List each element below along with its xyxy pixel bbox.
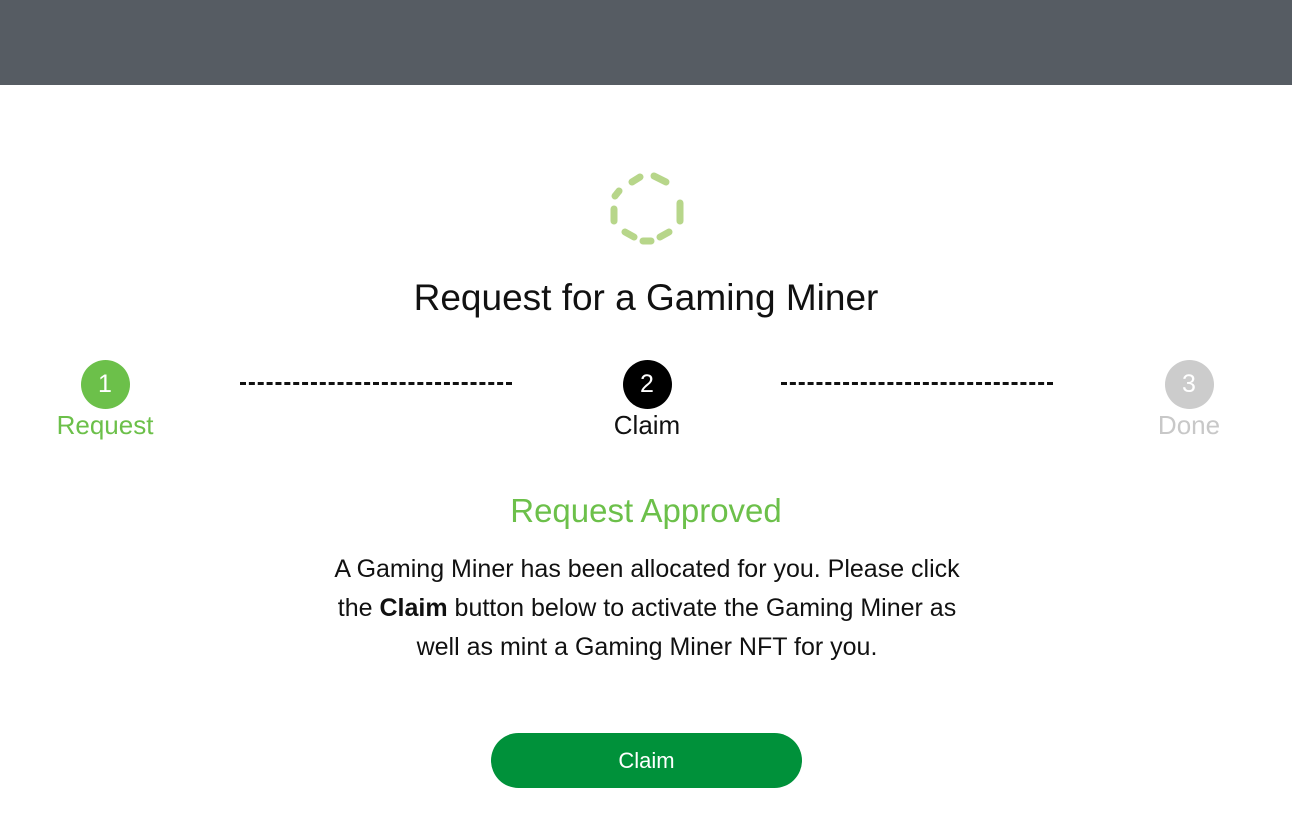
step-number-badge: 1 — [80, 360, 130, 409]
status-title: Request Approved — [510, 492, 782, 529]
step-label: Done — [1157, 410, 1221, 440]
step-number-badge: 3 — [1164, 360, 1214, 409]
step-request: 1 Request — [5, 360, 205, 441]
message-emphasis: Claim — [379, 594, 448, 622]
claim-button[interactable]: Claim — [491, 733, 802, 788]
hexagon-spinner-icon — [610, 172, 684, 245]
step-done: 3 Done — [1089, 360, 1289, 441]
message-text: button below to activate the Gaming Mine… — [416, 594, 957, 661]
page-title: Request for a Gaming Miner — [413, 277, 879, 318]
approval-message: A Gaming Miner has been allocated for yo… — [316, 550, 978, 667]
step-connector — [240, 382, 512, 385]
step-number-badge: 2 — [622, 360, 672, 409]
step-connector — [781, 382, 1053, 385]
top-bar — [0, 0, 1292, 85]
step-label: Request — [56, 410, 154, 440]
step-label: Claim — [613, 410, 681, 440]
step-claim: 2 Claim — [547, 360, 747, 441]
